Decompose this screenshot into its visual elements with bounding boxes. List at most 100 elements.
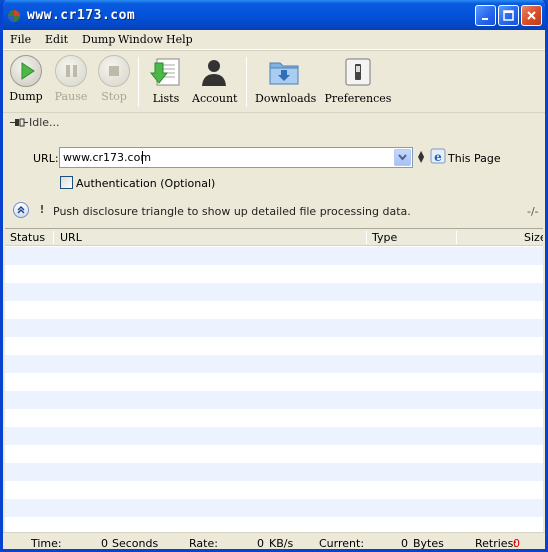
retries-value: 0 [513, 537, 520, 550]
lists-label: Lists [152, 92, 180, 105]
column-divider[interactable] [366, 231, 367, 244]
file-table[interactable]: Status URL Type Size [5, 228, 543, 532]
table-header: Status URL Type Size [5, 229, 543, 246]
table-row[interactable] [5, 265, 543, 283]
menu-window[interactable]: Window [118, 33, 163, 46]
url-input[interactable]: www.cr173.com [59, 147, 413, 168]
current-label: Current: [319, 537, 365, 550]
double-chevron-up-icon [17, 206, 25, 214]
url-label: URL: [33, 152, 59, 165]
table-row[interactable] [5, 499, 543, 517]
authentication-label[interactable]: Authentication (Optional) [76, 177, 215, 190]
file-counter: -/- [527, 205, 539, 218]
account-label: Account [192, 92, 238, 105]
table-row[interactable] [5, 445, 543, 463]
close-button[interactable] [521, 5, 542, 26]
maximize-button[interactable] [498, 5, 519, 26]
minimize-button[interactable] [475, 5, 496, 26]
stop-label: Stop [101, 90, 127, 103]
table-row[interactable] [5, 517, 543, 532]
maximize-icon [503, 10, 514, 21]
pause-label: Pause [54, 90, 88, 103]
app-logo-icon [8, 10, 20, 22]
close-icon [527, 11, 536, 20]
column-divider[interactable] [456, 231, 457, 244]
table-row[interactable] [5, 427, 543, 445]
text-caret [142, 151, 143, 164]
preferences-switch-icon [345, 58, 371, 86]
disclosure-triangle-button[interactable] [13, 202, 29, 218]
menu-edit[interactable]: Edit [45, 33, 68, 46]
updown-arrows-icon[interactable]: ▲ ▼ [418, 150, 424, 164]
current-value: 0 [401, 537, 408, 550]
disclosure-hint: Push disclosure triangle to show up deta… [53, 205, 411, 218]
pause-circle [55, 55, 87, 87]
menu-help[interactable]: Help [166, 33, 193, 46]
table-row[interactable] [5, 319, 543, 337]
exclamation-icon: ! [39, 203, 45, 216]
window-title: www.cr173.com [27, 8, 136, 23]
downloads-button[interactable]: Downloads [255, 55, 317, 105]
rate-label: Rate: [189, 537, 218, 550]
time-value: 0 [101, 537, 108, 550]
table-row[interactable] [5, 247, 543, 265]
table-row[interactable] [5, 481, 543, 499]
lists-icon [149, 58, 180, 86]
toolbar: Dump Pause Stop Lists Account Downloads … [3, 50, 545, 112]
menu-dump[interactable]: Dump [82, 33, 115, 46]
table-row[interactable] [5, 355, 543, 373]
rate-unit: KB/s [269, 537, 294, 550]
column-status[interactable]: Status [10, 231, 45, 244]
dump-button[interactable]: Dump [8, 55, 44, 103]
time-label: Time: [31, 537, 62, 550]
preferences-button[interactable]: Preferences [323, 55, 393, 105]
url-value: www.cr173.com [63, 151, 152, 164]
title-bar[interactable]: www.cr173.com [3, 0, 545, 30]
downloads-label: Downloads [255, 92, 317, 105]
table-row[interactable] [5, 283, 543, 301]
pause-icon [66, 65, 77, 77]
time-unit: Seconds [112, 537, 159, 550]
chevron-down-icon [398, 154, 407, 161]
column-type[interactable]: Type [372, 231, 397, 244]
table-row[interactable] [5, 409, 543, 427]
account-icon [202, 60, 226, 86]
table-row[interactable] [5, 391, 543, 409]
stop-button[interactable]: Stop [96, 55, 132, 103]
table-row[interactable] [5, 373, 543, 391]
downloads-folder-icon [269, 62, 299, 85]
rate-value: 0 [257, 537, 264, 550]
column-size[interactable]: Size [524, 231, 543, 244]
table-row[interactable] [5, 301, 543, 319]
this-page-link[interactable]: This Page [448, 152, 501, 165]
toolbar-separator [138, 57, 139, 107]
current-unit: Bytes [413, 537, 444, 550]
table-row[interactable] [5, 463, 543, 481]
table-row[interactable] [5, 337, 543, 355]
plug-icon [10, 118, 28, 127]
lists-button[interactable]: Lists [146, 55, 186, 105]
authentication-checkbox[interactable] [60, 176, 73, 189]
pause-button[interactable]: Pause [53, 55, 89, 103]
status-text: Idle... [29, 116, 60, 129]
stop-icon [109, 66, 119, 76]
svg-text:e: e [434, 150, 442, 164]
account-button[interactable]: Account [192, 55, 238, 105]
menu-file[interactable]: File [10, 33, 31, 46]
preferences-label: Preferences [324, 92, 392, 105]
internet-explorer-icon[interactable]: e [430, 148, 446, 164]
bottom-status-bar: Time: 0 Seconds Rate: 0 KB/s Current: 0 … [3, 532, 545, 550]
retries-label: Retries: [475, 537, 518, 550]
menu-bar: File Edit Dump Window Help [3, 30, 545, 50]
minimize-icon [482, 18, 488, 20]
dump-circle [10, 55, 42, 87]
play-icon [21, 62, 35, 80]
dump-label: Dump [9, 90, 43, 103]
url-dropdown-button[interactable] [394, 149, 411, 166]
connection-status: Idle... [3, 112, 545, 132]
toolbar-separator-2 [246, 57, 247, 107]
column-divider[interactable] [53, 231, 54, 244]
column-url[interactable]: URL [60, 231, 82, 244]
stop-circle [98, 55, 130, 87]
app-window: www.cr173.com File Edit Dump Window Help… [0, 0, 548, 552]
